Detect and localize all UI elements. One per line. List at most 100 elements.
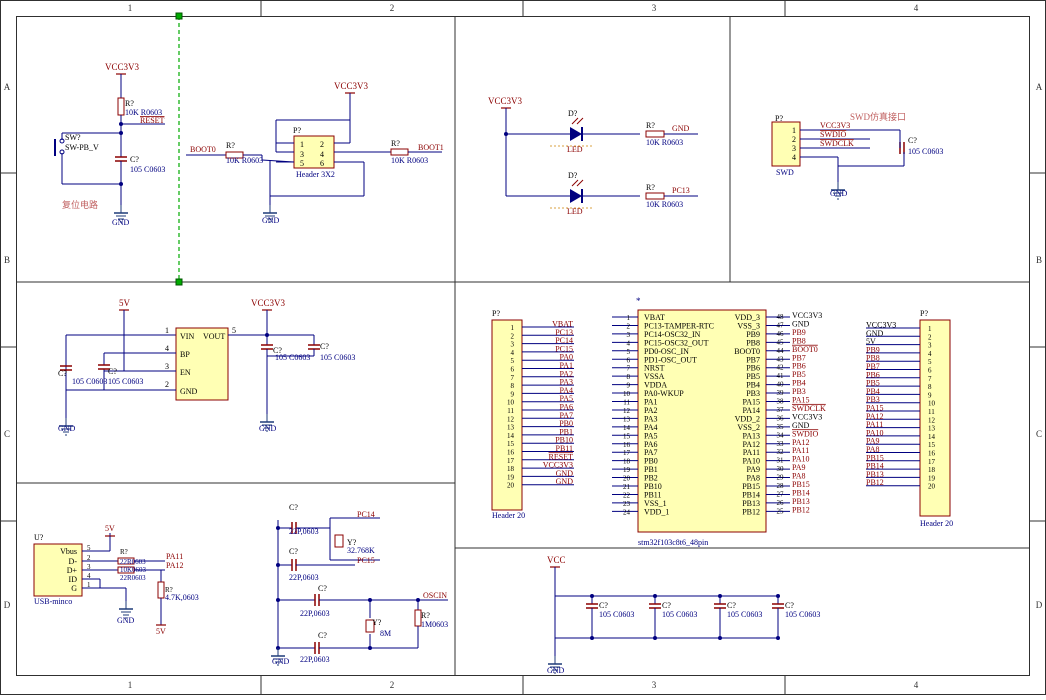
pin-number: 20	[623, 475, 631, 483]
pin-number: 40	[777, 381, 785, 389]
capacitor-value: 22P,0603	[289, 573, 319, 582]
pin-number: 16	[928, 450, 936, 458]
resistor-designator: R?	[421, 611, 430, 620]
gnd-label: GND	[112, 218, 130, 227]
row-label: D	[4, 600, 11, 610]
guide-handle	[175, 12, 183, 20]
gnd-label: GND	[262, 216, 280, 225]
pin-number: 1	[165, 326, 169, 335]
capacitor-value: 105 C0603	[320, 353, 355, 362]
pin-name: D-	[69, 557, 78, 566]
header-designator: P?	[775, 114, 783, 123]
resistor	[645, 130, 665, 138]
pin-number: 4	[320, 150, 324, 159]
pin-number: 36	[777, 414, 785, 422]
pin-number: 2	[792, 135, 796, 144]
vcc-net-label: VCC	[547, 555, 566, 565]
pin-number: 15	[928, 441, 936, 449]
pin-number: 45	[777, 338, 785, 346]
capacitor-designator: C?	[289, 547, 298, 556]
pin-number: 1	[300, 140, 304, 149]
pin-number: 13	[928, 425, 936, 433]
pin-number: 5	[232, 326, 236, 335]
capacitor-designator: C?	[58, 369, 67, 378]
pc14-net-label: PC14	[357, 510, 375, 519]
pin-number: 34	[777, 431, 785, 439]
junction-dot	[119, 182, 123, 186]
pin-name: ID	[69, 575, 78, 584]
pin-name: VOUT	[203, 332, 225, 341]
led-designator: D?	[568, 109, 578, 118]
vcc-net-label: VCC3V3	[488, 96, 523, 106]
vcc-net-label: VCC3V3	[105, 62, 140, 72]
resistor-designator: R?	[226, 141, 235, 150]
pin-number: 8	[511, 382, 515, 390]
capacitor-value: 105 C0603	[275, 353, 310, 362]
capacitor-designator: C?	[318, 584, 327, 593]
pin-number: 7	[928, 375, 932, 383]
pc15-net-label: PC15	[357, 556, 375, 565]
capacitor-value: 105 C0603	[785, 610, 820, 619]
pin-number: 30	[777, 465, 785, 473]
capacitor-designator: C?	[318, 631, 327, 640]
gnd-label: GND	[259, 424, 277, 433]
pin-number: 3	[511, 341, 515, 349]
pin-number: 22	[623, 491, 631, 499]
pa12-net-label: PA12	[166, 561, 184, 570]
pin-number: 18	[623, 458, 631, 466]
pin-number: 1	[928, 325, 932, 333]
row-label: B	[1036, 255, 1042, 265]
pin-number: 14	[623, 424, 631, 432]
pin-number: 3	[165, 362, 169, 371]
pin-number: 10	[507, 399, 515, 407]
pin-number: 17	[507, 457, 515, 465]
reset-circuit: VCC3V3R?10K R0603RESETSW?SW-PB_VC?105 C0…	[54, 62, 165, 227]
junction-dot	[119, 131, 123, 135]
pin-number: 15	[507, 440, 515, 448]
junction-dot	[590, 594, 594, 598]
pin-number: 16	[623, 441, 631, 449]
led-triangle	[570, 189, 582, 203]
capacitor-value: 22P,0603	[300, 655, 330, 664]
column-label: 3	[652, 680, 657, 690]
pin-name: PB12	[742, 507, 760, 516]
header-designator: P?	[920, 309, 928, 318]
pin-number: 14	[928, 433, 936, 441]
resistor-designator: R?	[391, 139, 400, 148]
usb-value: USB-minco	[34, 597, 72, 606]
pin-number: 17	[928, 458, 936, 466]
guide-handle	[175, 278, 183, 286]
net-label: PB12	[866, 478, 884, 487]
junction-dot	[368, 598, 372, 602]
gnd-label: GND	[58, 424, 76, 433]
pin-number: 37	[777, 406, 785, 414]
row-label: D	[1036, 600, 1043, 610]
capacitor-value: 105 C0603	[727, 610, 762, 619]
crystal-value: 8M	[380, 629, 391, 638]
row-label: B	[4, 255, 10, 265]
pin-number: 31	[777, 457, 785, 465]
crystal-designator: Y?	[372, 618, 382, 627]
header-value: Header 20	[920, 519, 953, 528]
header-right: P?Header 201VCC3V32GND35V4PB95PB86PB77PB…	[866, 309, 953, 528]
swd-interface: SWD仿真接口 P? SWD 1234 VCC3V3SWDIOSWDCLK C? 105 C…	[771, 111, 943, 200]
gnd-label: GND	[830, 189, 848, 198]
crystal-value: 32.768K	[347, 546, 375, 555]
junction-dot	[718, 594, 722, 598]
led-circuit: VCC3V3 D? LED R? 10K R0603 GND D? LED R? 10K R060…	[488, 96, 698, 216]
pin-number: 47	[777, 321, 785, 329]
usb-designator: U?	[34, 533, 44, 542]
pin-number: 29	[777, 474, 785, 482]
pin-number: 28	[777, 482, 785, 490]
sheet-frame: 11223344A AB BC CD D	[0, 0, 1046, 695]
pin-number: 33	[777, 440, 785, 448]
led-arrow	[576, 117, 584, 125]
resistor-value: 10K R0603	[226, 156, 263, 165]
pin-number: 8	[627, 373, 631, 381]
pin-number: 4	[511, 349, 515, 357]
resistor-value: 1M0603	[421, 620, 448, 629]
pin-number: 3	[627, 331, 631, 339]
capacitor-designator: C?	[785, 601, 794, 610]
pin-number: 2	[320, 140, 324, 149]
led-value: LED	[567, 145, 583, 154]
